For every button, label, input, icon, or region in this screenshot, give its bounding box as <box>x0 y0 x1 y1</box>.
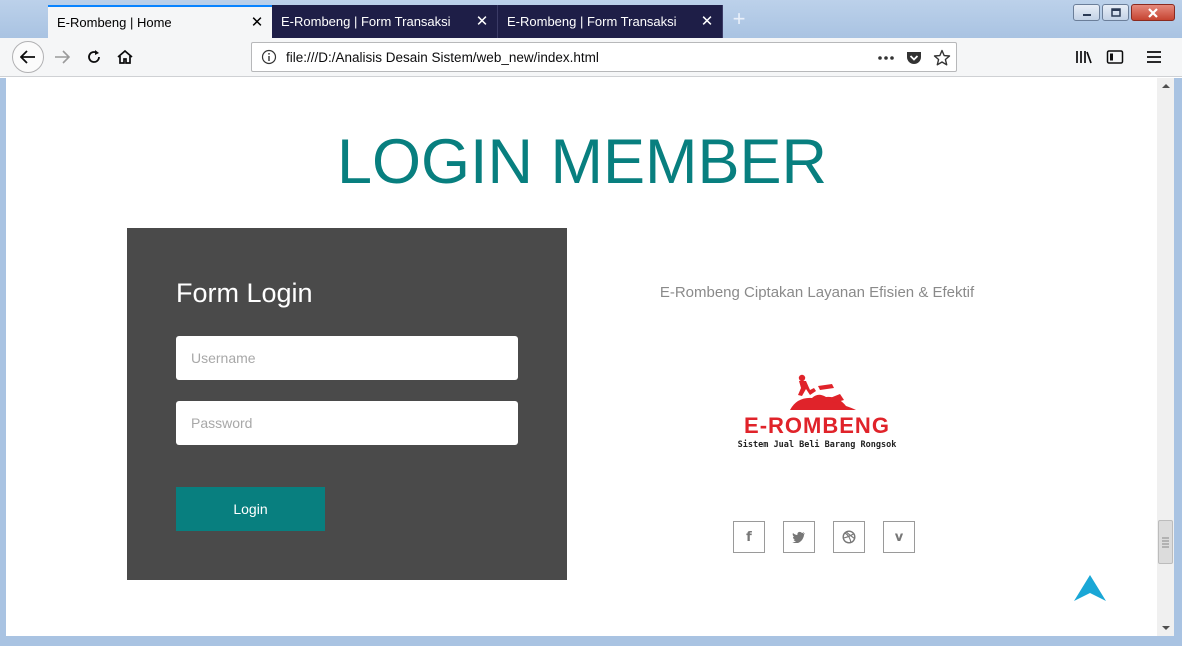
tab-form-transaksi-2[interactable]: E-Rombeng | Form Transaksi ✕ <box>498 5 723 38</box>
bookmark-star-icon[interactable] <box>931 47 953 69</box>
back-icon[interactable] <box>12 41 44 73</box>
sidebar-icon[interactable] <box>1100 42 1130 72</box>
page-title: LOGIN MEMBER <box>336 127 828 197</box>
close-icon[interactable]: ✕ <box>692 14 722 29</box>
vimeo-icon[interactable]: v <box>883 521 915 553</box>
scroll-down-icon[interactable] <box>1157 620 1174 636</box>
tagline: E-Rombeng Ciptakan Layanan Efisien & Efe… <box>659 284 975 301</box>
pocket-icon[interactable] <box>903 47 925 69</box>
title-bar: E-Rombeng | Home ✕ E-Rombeng | Form Tran… <box>0 0 1182 38</box>
scroll-to-top-icon[interactable] <box>1073 574 1107 607</box>
navigation-toolbar: file:///D:/Analisis Desain Sistem/web_ne… <box>0 38 1182 77</box>
window-close-icon[interactable] <box>1131 4 1175 21</box>
minimize-icon[interactable] <box>1073 4 1100 21</box>
menu-icon[interactable] <box>1139 42 1169 72</box>
info-icon[interactable] <box>261 49 277 70</box>
url-bar[interactable]: file:///D:/Analisis Desain Sistem/web_ne… <box>251 42 957 72</box>
close-icon[interactable]: ✕ <box>242 15 272 30</box>
login-button[interactable]: Login <box>176 487 325 531</box>
forward-icon[interactable] <box>47 42 77 72</box>
username-input[interactable] <box>176 336 518 380</box>
twitter-icon[interactable] <box>783 521 815 553</box>
password-input[interactable] <box>176 401 518 445</box>
form-title: Form Login <box>176 278 313 308</box>
window-frame-bottom <box>0 636 1182 646</box>
logo-title: E-ROMBENG <box>744 413 890 438</box>
tab-form-transaksi-1[interactable]: E-Rombeng | Form Transaksi ✕ <box>272 5 498 38</box>
close-icon[interactable]: ✕ <box>467 14 497 29</box>
restore-icon[interactable] <box>1102 4 1129 21</box>
library-icon[interactable] <box>1069 42 1099 72</box>
more-icon[interactable] <box>875 47 897 69</box>
window-frame-right <box>1174 78 1182 646</box>
logo-subtitle: Sistem Jual Beli Barang Rongsok <box>737 440 897 450</box>
tab-title: E-Rombeng | Form Transaksi <box>281 14 451 29</box>
junk-pile-logo-icon <box>790 374 856 410</box>
scroll-up-icon[interactable] <box>1157 78 1174 94</box>
new-tab-icon[interactable]: + <box>729 8 749 31</box>
tab-title: E-Rombeng | Home <box>57 15 172 30</box>
reload-icon[interactable] <box>79 42 109 72</box>
home-icon[interactable] <box>110 42 140 72</box>
dribbble-icon[interactable] <box>833 521 865 553</box>
facebook-icon[interactable]: f <box>733 521 765 553</box>
tab-home[interactable]: E-Rombeng | Home ✕ <box>48 5 272 38</box>
url-text[interactable]: file:///D:/Analisis Desain Sistem/web_ne… <box>286 50 599 65</box>
e-rombeng-logo: E-ROMBENG Sistem Jual Beli Barang Rongso… <box>722 370 912 454</box>
login-form-panel: Form Login Login <box>127 228 567 580</box>
window-controls <box>1073 4 1175 21</box>
scroll-thumb[interactable] <box>1158 520 1173 564</box>
tab-title: E-Rombeng | Form Transaksi <box>507 14 677 29</box>
